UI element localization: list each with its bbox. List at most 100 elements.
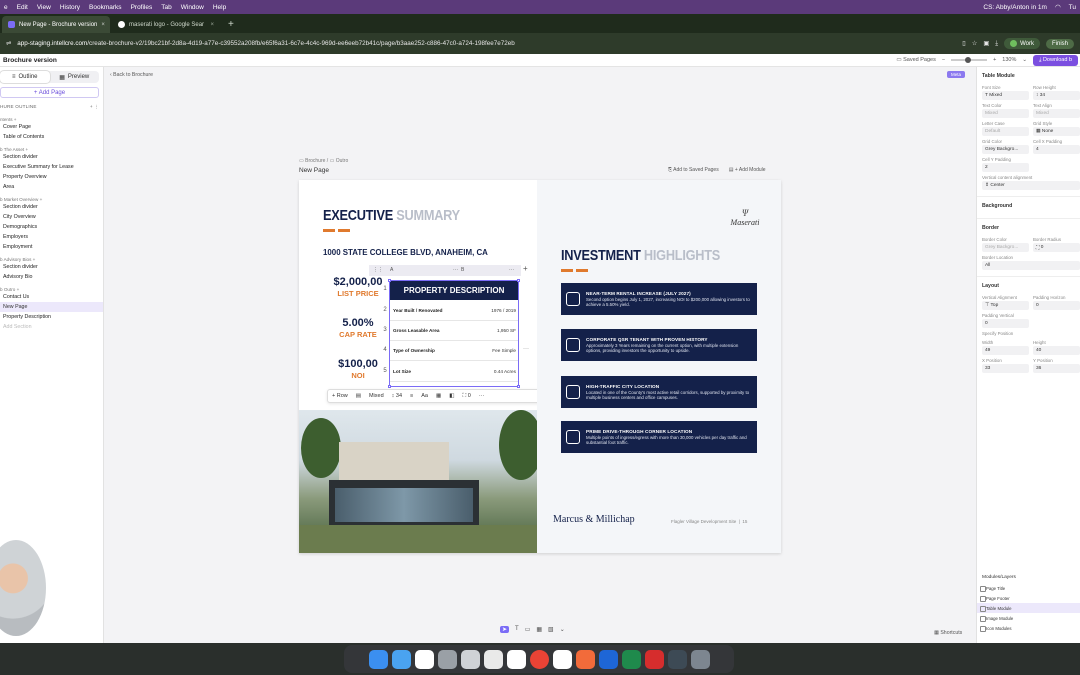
outline-item[interactable]: Cover Page <box>0 122 103 132</box>
word-icon[interactable] <box>598 649 618 669</box>
menu-bookmarks[interactable]: Bookmarks <box>89 4 122 11</box>
outline-item[interactable]: Table of Contents <box>0 132 103 142</box>
bookmark-star-icon[interactable]: ☆ <box>972 40 978 47</box>
zoom-out-icon[interactable]: − <box>942 57 945 63</box>
notion-icon[interactable] <box>506 649 526 669</box>
tab-brochure[interactable]: New Page - Brochure version × <box>2 16 110 33</box>
calendar-status[interactable]: CS: Abby/Anton in 1m <box>983 4 1047 11</box>
resize-handle[interactable] <box>388 385 391 388</box>
row-number[interactable]: 3 <box>381 327 389 333</box>
padding-input[interactable]: ⛶ 0 <box>462 393 470 400</box>
new-tab-button[interactable]: + <box>222 16 240 33</box>
outline-item[interactable]: Demographics <box>0 222 103 232</box>
download-button[interactable]: ⤓ Download b <box>1032 54 1078 66</box>
color-swatch-icon[interactable]: ◧ <box>449 393 454 399</box>
extensions-icon[interactable]: ▣ <box>983 40 989 47</box>
outline-item[interactable]: Executive Summary for Lease <box>0 162 103 172</box>
tab-preview[interactable]: ▦ Preview <box>50 71 100 83</box>
calendar-icon[interactable] <box>414 649 434 669</box>
mail-icon[interactable] <box>391 649 411 669</box>
menu-view[interactable]: View <box>37 4 51 11</box>
font-size-select[interactable]: T Mixed <box>982 91 1029 100</box>
add-row-button[interactable]: + Row <box>332 393 348 399</box>
launchpad-icon[interactable] <box>460 649 480 669</box>
document-icon[interactable]: ▤ <box>356 393 361 399</box>
add-section-button[interactable]: Add Section <box>0 322 103 332</box>
table-header[interactable]: PROPERTY DESCRIPTION <box>390 281 518 300</box>
border-section[interactable]: Border <box>977 219 1080 234</box>
select-tool-icon[interactable]: ➤ <box>500 626 510 633</box>
cell-x-padding-input[interactable]: 4 <box>1033 145 1080 154</box>
highlight-item[interactable]: PRIME DRIVE-THROUGH CORNER LOCATION Multi… <box>561 421 757 453</box>
text-tool-icon[interactable]: T <box>515 626 519 633</box>
saved-pages-button[interactable]: ▭ Saved Pages <box>896 57 935 63</box>
border-radius-input[interactable]: ⛶ 0 <box>1033 243 1080 252</box>
outline-item[interactable]: Section divider <box>0 202 103 212</box>
outline-item[interactable]: City Overview <box>0 212 103 222</box>
outline-item[interactable]: Contact Us <box>0 292 103 302</box>
close-tab-icon[interactable]: × <box>101 22 105 28</box>
outline-item[interactable]: Area <box>0 182 103 192</box>
vertical-content-alignment-select[interactable]: ⇕ Center <box>982 181 1080 190</box>
row-height-input[interactable]: ↕ 34 <box>1033 91 1080 100</box>
outline-item[interactable]: Section divider <box>0 152 103 162</box>
apple-menu[interactable]: e <box>4 4 8 11</box>
trash-icon[interactable] <box>690 649 710 669</box>
drag-handle-icon[interactable]: ⋮⋮ <box>373 267 383 273</box>
site-info-icon[interactable]: ⇌ <box>6 40 11 47</box>
share-icon[interactable]: ▯ <box>962 40 965 47</box>
column-a[interactable]: A <box>390 267 393 273</box>
image-tool-icon[interactable]: ▧ <box>548 626 554 633</box>
excel-icon[interactable] <box>621 649 641 669</box>
highlight-item[interactable]: CORPORATE QSR TENANT WITH PROVEN HISTORY… <box>561 329 757 361</box>
row-number[interactable]: 5 <box>381 368 389 374</box>
menu-edit[interactable]: Edit <box>17 4 28 11</box>
property-description-table[interactable]: PROPERTY DESCRIPTION 1 Year Built / Reno… <box>383 279 520 388</box>
outline-item[interactable]: Property Overview <box>0 172 103 182</box>
profile-work-button[interactable]: Work <box>1004 38 1040 49</box>
table-row[interactable]: Gross Leasable Area 1,950 SF <box>390 321 518 341</box>
close-tab-icon[interactable]: × <box>210 22 214 28</box>
layer-table-module[interactable]: Table Module <box>977 603 1080 613</box>
shortcuts-button[interactable]: ▦ Shortcuts <box>934 630 962 636</box>
grid-tool-icon[interactable]: ▦ <box>536 626 542 633</box>
column-b[interactable]: B <box>461 267 464 273</box>
vertical-alignment-select[interactable]: ⊤ Top <box>982 301 1029 310</box>
add-to-saved-pages-button[interactable]: ⎘ Add to Saved Pages <box>668 167 719 173</box>
outline-item[interactable]: Employers <box>0 232 103 242</box>
row-number[interactable]: 1 <box>381 286 389 292</box>
layer-image-module[interactable]: Image Module <box>977 613 1080 623</box>
more-icon[interactable]: ⋮ <box>94 104 99 109</box>
menu-help[interactable]: Help <box>213 4 226 11</box>
add-module-button[interactable]: ▤ + Add Module <box>729 167 766 173</box>
row-number[interactable]: 4 <box>381 347 389 353</box>
height-input[interactable]: 40 <box>1033 346 1080 355</box>
frame-tool-icon[interactable]: ▭ <box>525 626 531 633</box>
zoom-level[interactable]: 130% <box>1002 57 1016 63</box>
url-field[interactable]: app-staging.intellcre.com/create-brochur… <box>17 40 956 47</box>
downloads-stack-icon[interactable] <box>667 649 687 669</box>
acrobat-icon[interactable] <box>644 649 664 669</box>
claude-icon[interactable] <box>575 649 595 669</box>
border-color-select[interactable]: Grey Backgro... <box>982 243 1029 252</box>
menu-window[interactable]: Window <box>181 4 204 11</box>
finder-icon[interactable] <box>368 649 388 669</box>
row-number[interactable]: 2 <box>381 307 389 313</box>
column-menu-icon[interactable]: ··· <box>453 267 458 273</box>
table-row[interactable]: Type of Ownership Fee Simple <box>390 341 518 361</box>
wifi-icon[interactable]: ◠ <box>1055 3 1061 11</box>
layer-page-title[interactable]: Page Title <box>977 583 1080 593</box>
font-select[interactable]: Mixed <box>369 393 384 399</box>
add-section-icon[interactable]: + <box>90 104 93 109</box>
font-size-input[interactable]: ↕ 34 <box>392 393 402 399</box>
column-menu-icon[interactable]: ··· <box>509 267 514 273</box>
zoom-in-icon[interactable]: + <box>993 57 996 63</box>
row-menu-icon[interactable]: ··· <box>523 346 529 352</box>
resize-handle[interactable] <box>517 279 520 282</box>
menu-profiles[interactable]: Profiles <box>131 4 153 11</box>
finish-update-button[interactable]: Finish <box>1045 38 1074 49</box>
align-icon[interactable]: ≡ <box>410 393 413 399</box>
resize-handle[interactable] <box>388 279 391 282</box>
add-column-icon[interactable]: + <box>523 264 528 273</box>
letter-case-select[interactable]: Default <box>982 127 1029 136</box>
